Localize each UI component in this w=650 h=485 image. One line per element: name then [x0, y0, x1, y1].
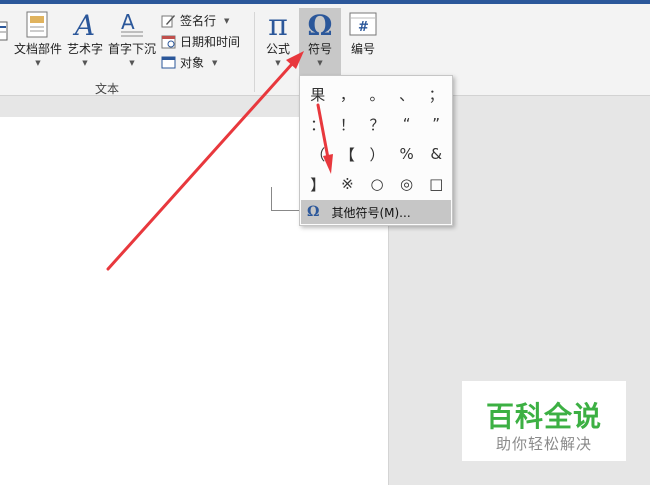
symbol-button[interactable]: Ω 符号 ▼ [299, 8, 341, 78]
symbol-cell[interactable]: ！ [333, 109, 363, 139]
symbol-cell[interactable]: ； [421, 79, 451, 109]
object-label: 对象 [180, 56, 205, 70]
svg-text:A: A [121, 10, 135, 34]
symbol-dropdown-menu: 果 ， 。 、 ； ： ！ ？ “ ” （ 【 ） % & 】 ※ ○ ◎ □ … [299, 75, 453, 226]
signature-line-button[interactable]: 签名行 ▼ [160, 10, 252, 31]
object-icon [160, 55, 177, 70]
drop-cap-button[interactable]: A 首字下沉 ▼ [107, 8, 157, 68]
number-glyph: # [358, 20, 369, 35]
drop-cap-icon: A [118, 8, 146, 42]
date-time-label: 日期和时间 [180, 35, 241, 49]
more-symbols-label: 其他符号(M)... [331, 205, 411, 220]
drop-cap-label: 首字下沉 [107, 42, 156, 56]
symbol-cell[interactable]: ， [333, 79, 363, 109]
quick-parts-icon [25, 8, 51, 42]
symbol-cell[interactable]: ？ [362, 109, 392, 139]
more-symbols-menu-item[interactable]: Ω 其他符号(M)... [301, 200, 451, 224]
number-label: 编号 [350, 42, 375, 56]
symbol-cell[interactable]: 。 [362, 79, 392, 109]
symbol-cell[interactable]: 、 [392, 79, 422, 109]
watermark-title: 百科全说 [485, 400, 602, 433]
text-box-icon [0, 14, 10, 48]
date-time-button[interactable]: 日期和时间 [160, 31, 252, 52]
chevron-down-icon: ▼ [35, 59, 41, 67]
calendar-icon [160, 34, 177, 49]
symbol-label: 符号 [307, 42, 332, 56]
signature-label: 签名行 [180, 14, 217, 28]
symbol-cell[interactable]: ” [421, 109, 451, 139]
watermark-subtitle: 助你轻松解决 [495, 435, 592, 453]
pi-glyph: π [268, 7, 288, 43]
quick-parts-label: 文档部件 [13, 42, 62, 56]
omega-glyph: Ω [307, 8, 333, 42]
text-group-label: 文本 [95, 82, 120, 96]
object-button[interactable]: 对象 ▼ [160, 52, 252, 73]
wordart-icon: A [75, 8, 95, 42]
symbol-cell[interactable]: 【 [333, 139, 363, 169]
symbol-cell[interactable]: □ [421, 169, 451, 199]
symbol-cell[interactable]: ： [303, 109, 333, 139]
equation-label: 公式 [265, 42, 290, 56]
page-margin-mark [271, 187, 299, 211]
chevron-down-icon: ▼ [275, 59, 281, 67]
symbol-cell[interactable]: ◎ [392, 169, 422, 199]
number-icon: # [348, 8, 378, 42]
text-box-button[interactable] [0, 14, 10, 48]
symbol-cell[interactable]: % [392, 139, 422, 169]
chevron-down-icon: ▼ [129, 59, 135, 67]
symbol-cell[interactable]: ） [362, 139, 392, 169]
chevron-down-icon: ▼ [317, 59, 323, 67]
symbol-cell[interactable]: “ [392, 109, 422, 139]
symbol-cell[interactable]: & [421, 139, 451, 169]
pi-icon: π [268, 7, 288, 43]
number-button[interactable]: # 编号 [343, 8, 383, 56]
equation-button[interactable]: π 公式 ▼ [258, 8, 298, 68]
wordart-label: 艺术字 [66, 42, 103, 56]
symbol-cell[interactable]: 果 [303, 79, 333, 109]
watermark-logo: 百科全说 助你轻松解决 [462, 381, 626, 461]
chevron-down-icon: ▼ [82, 59, 88, 67]
symbol-cell[interactable]: 】 [303, 169, 333, 199]
chevron-down-icon: ▼ [224, 16, 230, 25]
wordart-glyph: A [74, 8, 96, 42]
symbol-cell[interactable]: ※ [333, 169, 363, 199]
text-small-buttons: 签名行 ▼ 日期和时间 对象 ▼ [160, 10, 252, 73]
quick-parts-button[interactable]: 文档部件 ▼ [12, 8, 64, 68]
symbol-grid: 果 ， 。 、 ； ： ！ ？ “ ” （ 【 ） % & 】 ※ ○ ◎ □ [303, 79, 451, 199]
omega-icon: Ω [307, 204, 320, 220]
signature-icon [160, 13, 177, 28]
group-separator [254, 12, 255, 92]
chevron-down-icon: ▼ [212, 58, 218, 67]
wordart-button[interactable]: A 艺术字 ▼ [66, 8, 104, 68]
omega-icon: Ω [308, 8, 333, 42]
symbol-cell[interactable]: ○ [362, 169, 392, 199]
symbol-cell[interactable]: （ [303, 139, 333, 169]
